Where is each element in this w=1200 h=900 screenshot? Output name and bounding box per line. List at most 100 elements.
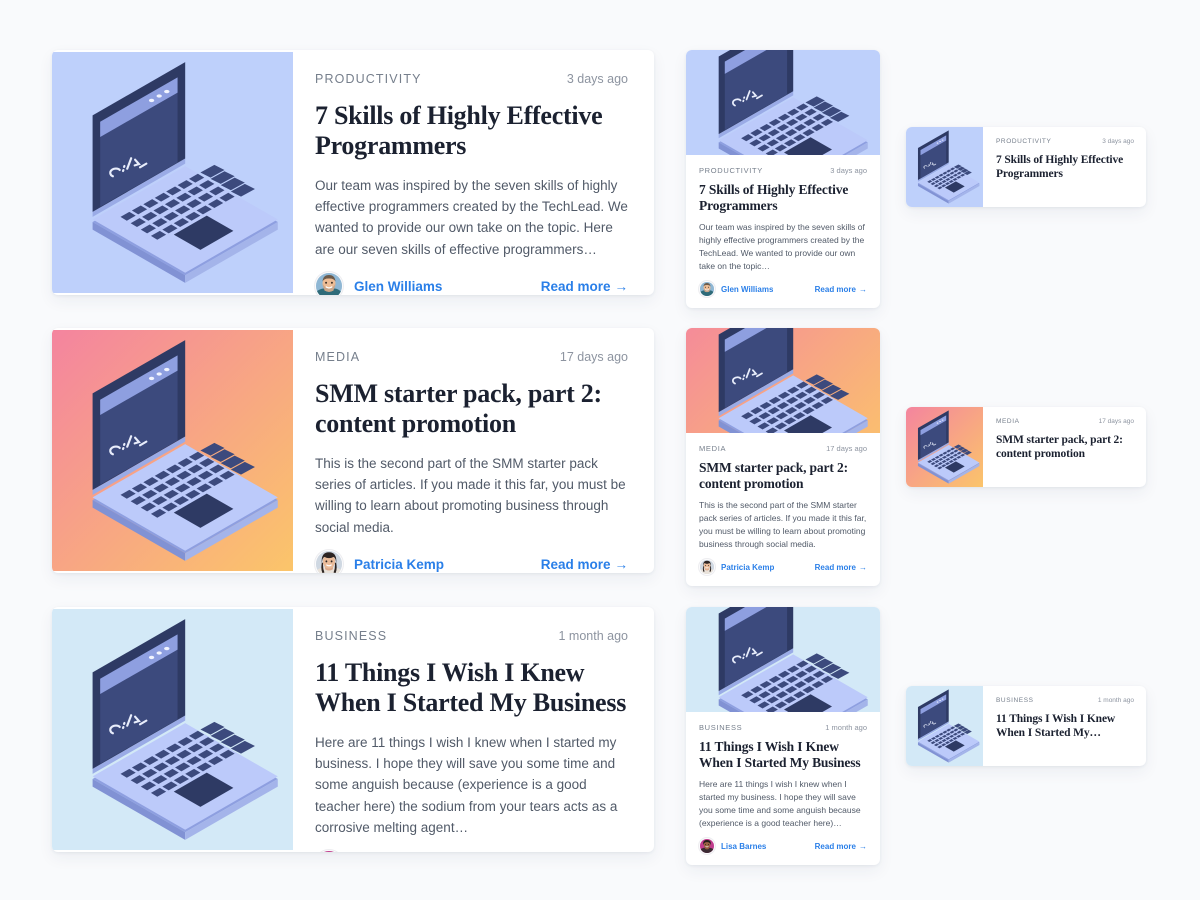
article-body: PRODUCTIVITY 3 days ago 7 Skills of High… — [293, 50, 654, 295]
article-category: PRODUCTIVITY — [699, 166, 763, 175]
read-more-label: Read more — [814, 841, 856, 851]
arrow-right-icon: → — [859, 841, 867, 851]
arrow-right-icon: → — [859, 284, 867, 294]
article-meta: PRODUCTIVITY 3 days ago — [315, 72, 628, 86]
article-card-large[interactable]: BUSINESS 1 month ago 11 Things I Wish I … — [52, 607, 654, 852]
article-category: MEDIA — [315, 350, 361, 364]
article-footer: Lisa Barnes Read more → — [699, 829, 867, 855]
article-card-small[interactable]: PRODUCTIVITY 3 days ago 7 Skills of High… — [906, 127, 1146, 207]
article-card-large[interactable]: MEDIA 17 days ago SMM starter pack, part… — [52, 328, 654, 573]
article-title[interactable]: SMM starter pack, part 2: content promot… — [996, 433, 1134, 461]
article-body: MEDIA 17 days ago SMM starter pack, part… — [686, 433, 880, 586]
article-thumbnail — [906, 127, 983, 207]
article-body: BUSINESS 1 month ago 11 Things I Wish I … — [983, 686, 1146, 766]
author-name[interactable]: Lisa Barnes — [721, 842, 766, 851]
article-title[interactable]: 11 Things I Wish I Knew When I Started M… — [315, 658, 628, 719]
article-thumbnail — [52, 50, 293, 295]
article-excerpt: This is the second part of the SMM start… — [699, 500, 867, 549]
article-title[interactable]: SMM starter pack, part 2: content promot… — [315, 379, 628, 440]
read-more-label: Read more — [814, 562, 856, 572]
article-card-large[interactable]: PRODUCTIVITY 3 days ago 7 Skills of High… — [52, 50, 654, 295]
article-category: MEDIA — [699, 444, 727, 453]
article-author[interactable]: Glen Williams — [699, 281, 773, 298]
article-excerpt: Our team was inspired by the seven skill… — [699, 222, 865, 271]
article-date: 17 days ago — [559, 350, 628, 364]
article-thumbnail — [686, 607, 880, 712]
article-category: BUSINESS — [996, 697, 1034, 704]
article-meta: MEDIA 17 days ago — [315, 350, 628, 364]
article-footer: Glen Williams Read more → — [315, 260, 628, 295]
author-name[interactable]: Patricia Kemp — [721, 563, 774, 572]
article-thumbnail — [52, 328, 293, 573]
avatar — [699, 281, 715, 298]
article-thumbnail — [52, 607, 293, 852]
article-body: MEDIA 17 days ago SMM starter pack, part… — [983, 407, 1146, 487]
avatar — [315, 550, 343, 573]
article-date: 3 days ago — [830, 166, 867, 175]
read-more-link[interactable]: Read more → — [815, 842, 867, 851]
article-date: 17 days ago — [826, 444, 867, 453]
article-body: PRODUCTIVITY 3 days ago 7 Skills of High… — [686, 155, 880, 308]
article-meta: MEDIA 17 days ago — [996, 418, 1134, 425]
article-category: PRODUCTIVITY — [996, 138, 1052, 145]
author-name[interactable]: Patricia Kemp — [354, 557, 444, 572]
article-meta: BUSINESS 1 month ago — [699, 723, 867, 732]
author-name[interactable]: Glen Williams — [354, 279, 442, 294]
article-thumbnail — [686, 50, 880, 155]
card-showcase: PRODUCTIVITY 3 days ago 7 Skills of High… — [0, 0, 1200, 900]
article-excerpt: This is the second part of the SMM start… — [315, 455, 626, 535]
article-date: 3 days ago — [1102, 138, 1134, 145]
article-footer: Glen Williams Read more → — [699, 272, 867, 298]
article-body: MEDIA 17 days ago SMM starter pack, part… — [293, 328, 654, 573]
read-more-label: Read more — [540, 278, 611, 294]
article-title[interactable]: 11 Things I Wish I Knew When I Started M… — [996, 712, 1134, 740]
article-thumbnail — [906, 407, 983, 487]
read-more-link[interactable]: Read more → — [815, 563, 867, 572]
article-meta: BUSINESS 1 month ago — [315, 629, 628, 643]
avatar — [699, 838, 715, 855]
article-excerpt: Our team was inspired by the seven skill… — [315, 177, 628, 257]
avatar — [699, 559, 715, 576]
article-card-small[interactable]: MEDIA 17 days ago SMM starter pack, part… — [906, 407, 1146, 487]
article-card-medium[interactable]: PRODUCTIVITY 3 days ago 7 Skills of High… — [686, 50, 880, 309]
avatar — [315, 272, 343, 295]
article-title[interactable]: 7 Skills of Highly Effective Programmers — [315, 101, 628, 162]
article-title[interactable]: 11 Things I Wish I Knew When I Started M… — [699, 739, 867, 771]
article-title[interactable]: 7 Skills of Highly Effective Programmers — [996, 153, 1134, 181]
article-body: PRODUCTIVITY 3 days ago 7 Skills of High… — [983, 127, 1146, 207]
read-more-label: Read more — [540, 556, 611, 572]
read-more-link[interactable]: Read more → — [541, 557, 628, 572]
article-meta: MEDIA 17 days ago — [699, 444, 867, 453]
article-author[interactable]: Lisa Barnes — [699, 838, 766, 855]
article-footer: Patricia Kemp Read more → — [699, 550, 867, 576]
article-card-medium[interactable]: BUSINESS 1 month ago 11 Things I Wish I … — [686, 607, 880, 866]
article-title[interactable]: SMM starter pack, part 2: content promot… — [699, 460, 867, 492]
article-excerpt: Here are 11 things I wish I knew when I … — [315, 734, 618, 836]
arrow-right-icon: → — [614, 278, 629, 294]
read-more-link[interactable]: Read more → — [541, 279, 628, 294]
article-author[interactable]: Lisa Barnes — [315, 850, 431, 852]
article-footer: Lisa Barnes Read more → — [315, 838, 628, 852]
article-author[interactable]: Patricia Kemp — [699, 559, 774, 576]
author-name[interactable]: Glen Williams — [721, 285, 773, 294]
article-category: MEDIA — [996, 418, 1020, 425]
article-thumbnail — [686, 328, 880, 433]
article-card-small[interactable]: BUSINESS 1 month ago 11 Things I Wish I … — [906, 686, 1146, 766]
article-meta: PRODUCTIVITY 3 days ago — [996, 138, 1134, 145]
arrow-right-icon: → — [614, 556, 629, 572]
article-title[interactable]: 7 Skills of Highly Effective Programmers — [699, 182, 867, 214]
article-author[interactable]: Glen Williams — [315, 272, 442, 295]
article-date: 17 days ago — [1098, 418, 1134, 425]
article-card-medium[interactable]: MEDIA 17 days ago SMM starter pack, part… — [686, 328, 880, 587]
article-body: BUSINESS 1 month ago 11 Things I Wish I … — [686, 712, 880, 865]
article-category: PRODUCTIVITY — [315, 72, 422, 86]
article-author[interactable]: Patricia Kemp — [315, 550, 444, 573]
read-more-label: Read more — [814, 284, 856, 294]
article-date: 1 month ago — [1097, 697, 1134, 704]
article-body: BUSINESS 1 month ago 11 Things I Wish I … — [293, 607, 654, 852]
article-meta: PRODUCTIVITY 3 days ago — [699, 166, 867, 175]
article-meta: BUSINESS 1 month ago — [996, 697, 1134, 704]
read-more-link[interactable]: Read more → — [815, 285, 867, 294]
article-category: BUSINESS — [315, 629, 388, 643]
article-date: 1 month ago — [558, 629, 629, 643]
